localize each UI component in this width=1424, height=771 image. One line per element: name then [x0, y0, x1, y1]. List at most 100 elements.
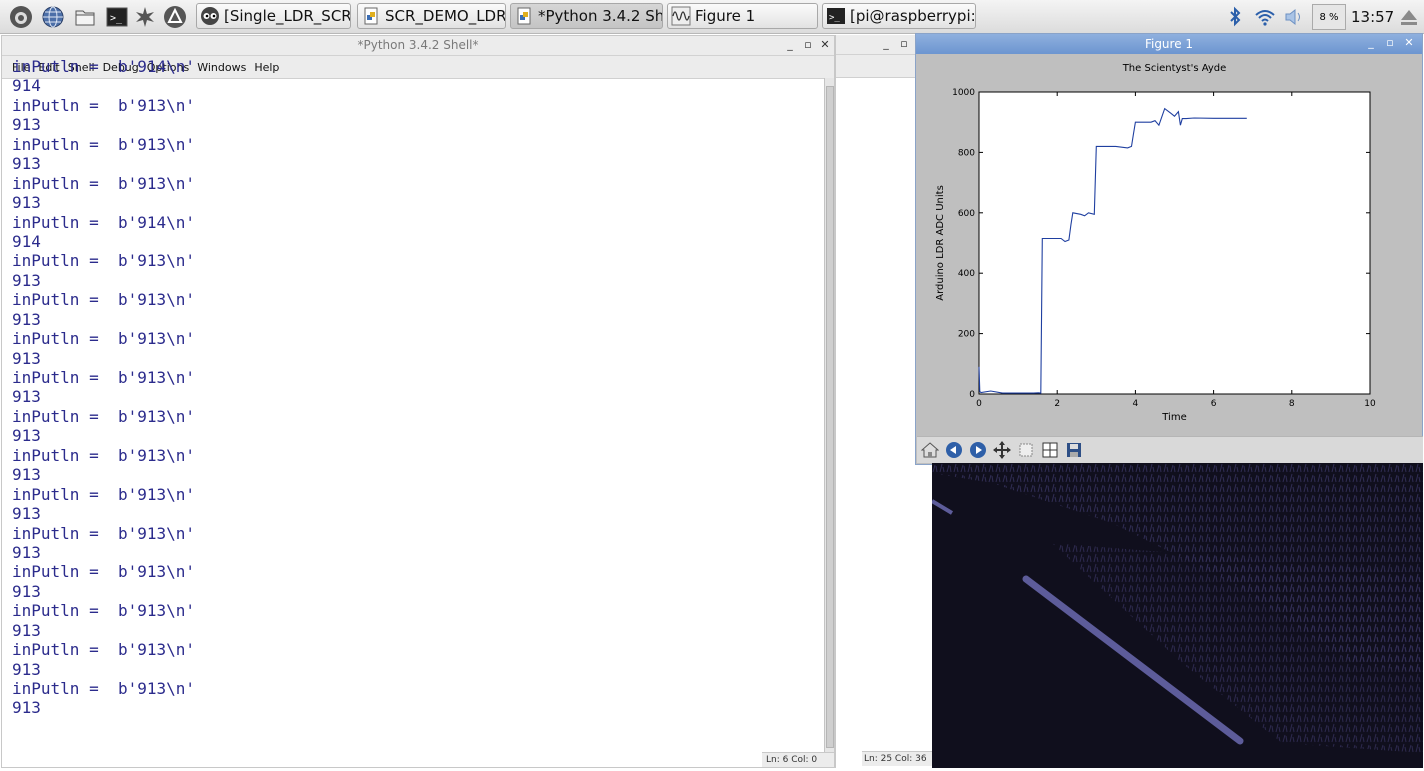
task-label: *Python 3.4.2 Sh... — [538, 7, 663, 25]
shell-line: inPutln = b'913\n' — [12, 523, 196, 543]
close-icon[interactable]: ✕ — [1402, 35, 1416, 51]
math-kernel-icon[interactable] — [133, 5, 157, 29]
editor-menubar — [836, 55, 915, 78]
y-tick-label: 400 — [958, 269, 975, 279]
shell-line: inPutln = b'913\n' — [12, 290, 196, 310]
shell-line: inPutln = b'913\n' — [12, 368, 196, 387]
forward-arrow-icon[interactable] — [967, 439, 989, 461]
python-file-icon — [361, 6, 381, 26]
waveform-icon — [671, 6, 691, 26]
maximize-icon[interactable]: ▫ — [801, 37, 815, 53]
task-label: SCR_DEMO_LDR_... — [385, 7, 506, 25]
y-tick-label: 600 — [958, 209, 975, 219]
minimize-icon[interactable]: _ — [1364, 35, 1378, 51]
wifi-icon[interactable] — [1254, 4, 1276, 30]
zoom-rect-icon[interactable] — [1015, 439, 1037, 461]
figure-titlebar: Figure 1 _ ▫ ✕ — [916, 34, 1422, 54]
shell-line: 913 — [12, 698, 41, 718]
cursor-position: Ln: 25 Col: 36 — [864, 754, 927, 764]
vertical-scrollbar[interactable] — [824, 78, 834, 755]
volume-icon[interactable] — [1283, 4, 1305, 30]
shell-line: 913 — [12, 348, 41, 368]
shell-line: 913 — [12, 426, 41, 446]
x-tick-label: 8 — [1289, 399, 1295, 409]
shell-line: inPutln = b'913\n' — [12, 445, 196, 465]
web-browser-icon[interactable] — [41, 5, 65, 29]
save-icon[interactable] — [1063, 439, 1085, 461]
shell-line: 914 — [12, 76, 41, 96]
clock[interactable]: 13:57 — [1351, 4, 1394, 30]
task-terminal[interactable]: >_ [pi@raspberrypi: ~] — [822, 3, 976, 29]
close-icon[interactable]: ✕ — [818, 37, 832, 53]
shell-line: inPutln = b'913\n' — [12, 679, 196, 698]
x-tick-label: 2 — [1054, 399, 1060, 409]
chart-title: The Scientyst's Ayde — [1122, 63, 1227, 74]
x-tick-label: 4 — [1133, 399, 1139, 409]
shell-line: inPutln = b'913\n' — [12, 329, 196, 349]
x-tick-label: 10 — [1364, 399, 1376, 409]
minimize-icon[interactable]: _ — [783, 37, 797, 53]
cpu-monitor[interactable]: 8 % — [1312, 4, 1346, 30]
shell-line: 913 — [12, 542, 41, 562]
pan-icon[interactable] — [991, 439, 1013, 461]
svg-text:>_: >_ — [829, 13, 840, 23]
cpu-usage: 8 % — [1319, 11, 1339, 23]
editor-window: _ ▫ Ln: 25 Col: 36 — [835, 35, 932, 768]
y-tick-label: 200 — [958, 330, 975, 340]
shell-line: inPutln = b'913\n' — [12, 173, 196, 193]
home-icon[interactable] — [919, 439, 941, 461]
python-file-icon — [514, 6, 534, 26]
idle-eyes-icon — [200, 6, 220, 26]
window-title: *Python 3.4.2 Shell* — [357, 38, 479, 52]
raspberry-menu-icon[interactable] — [9, 5, 33, 29]
shell-line: 913 — [12, 115, 41, 135]
shell-line: inPutln = b'913\n' — [12, 601, 196, 621]
maximize-icon[interactable]: ▫ — [897, 36, 911, 52]
shell-status: Ln: 6 Col: 0 — [762, 752, 834, 767]
scrollbar-thumb[interactable] — [826, 86, 834, 748]
task-label: [pi@raspberrypi: ~] — [850, 7, 976, 25]
y-tick-label: 0 — [969, 390, 975, 400]
shell-line: 913 — [12, 387, 41, 407]
menu-help[interactable]: Help — [254, 61, 279, 74]
background-photo — [932, 463, 1423, 768]
subplots-icon[interactable] — [1039, 439, 1061, 461]
shell-line: 913 — [12, 620, 41, 640]
minimize-icon[interactable]: _ — [879, 36, 893, 52]
shell-line: 913 — [12, 270, 41, 290]
x-tick-label: 0 — [976, 399, 982, 409]
shell-line: 914 — [12, 231, 41, 251]
eject-icon[interactable] — [1399, 4, 1419, 30]
back-arrow-icon[interactable] — [943, 439, 965, 461]
task-scr-demo-ldr[interactable]: SCR_DEMO_LDR_... — [357, 3, 506, 29]
task-label: [Single_LDR_SCR... — [224, 7, 351, 25]
window-title: Figure 1 — [1144, 37, 1194, 51]
task-label: Figure 1 — [695, 7, 756, 25]
x-tick-label: 6 — [1211, 399, 1217, 409]
shell-output[interactable]: inPutln = b'914\n' 914 inPutln = b'913\n' 9… — [12, 57, 195, 718]
bluetooth-icon[interactable] — [1226, 4, 1244, 30]
task-figure-1[interactable]: Figure 1 — [667, 3, 818, 29]
shell-line: inPutln = b'913\n' — [12, 640, 196, 660]
shell-line: 913 — [12, 581, 41, 601]
plot-toolbar — [917, 436, 1423, 463]
shell-line: inPutln = b'913\n' — [12, 484, 196, 504]
y-tick-label: 1000 — [952, 88, 975, 98]
shell-titlebar: *Python 3.4.2 Shell* _ ▫ ✕ — [2, 36, 834, 56]
task-single-ldr-scr[interactable]: [Single_LDR_SCR... — [196, 3, 351, 29]
menu-windows[interactable]: Windows — [197, 61, 246, 74]
grass-photo-image — [932, 463, 1423, 768]
y-axis-label: Arduino LDR ADC Units — [935, 185, 946, 301]
python-shell-window: *Python 3.4.2 Shell* _ ▫ ✕ File Edit She… — [1, 35, 835, 768]
shell-line: inPutln = b'913\n' — [12, 406, 196, 426]
editor-status: Ln: 25 Col: 36 — [862, 751, 932, 766]
plot-area — [978, 91, 1371, 395]
maximize-icon[interactable]: ▫ — [1383, 35, 1397, 51]
terminal-icon[interactable]: >_ — [105, 5, 129, 29]
shell-line: inPutln = b'914\n' — [12, 57, 196, 76]
svg-text:>_: >_ — [110, 13, 123, 24]
y-tick-label: 800 — [958, 148, 975, 158]
file-manager-icon[interactable] — [73, 5, 97, 29]
wolfram-icon[interactable] — [163, 5, 187, 29]
task-python-shell[interactable]: *Python 3.4.2 Sh... — [510, 3, 663, 29]
